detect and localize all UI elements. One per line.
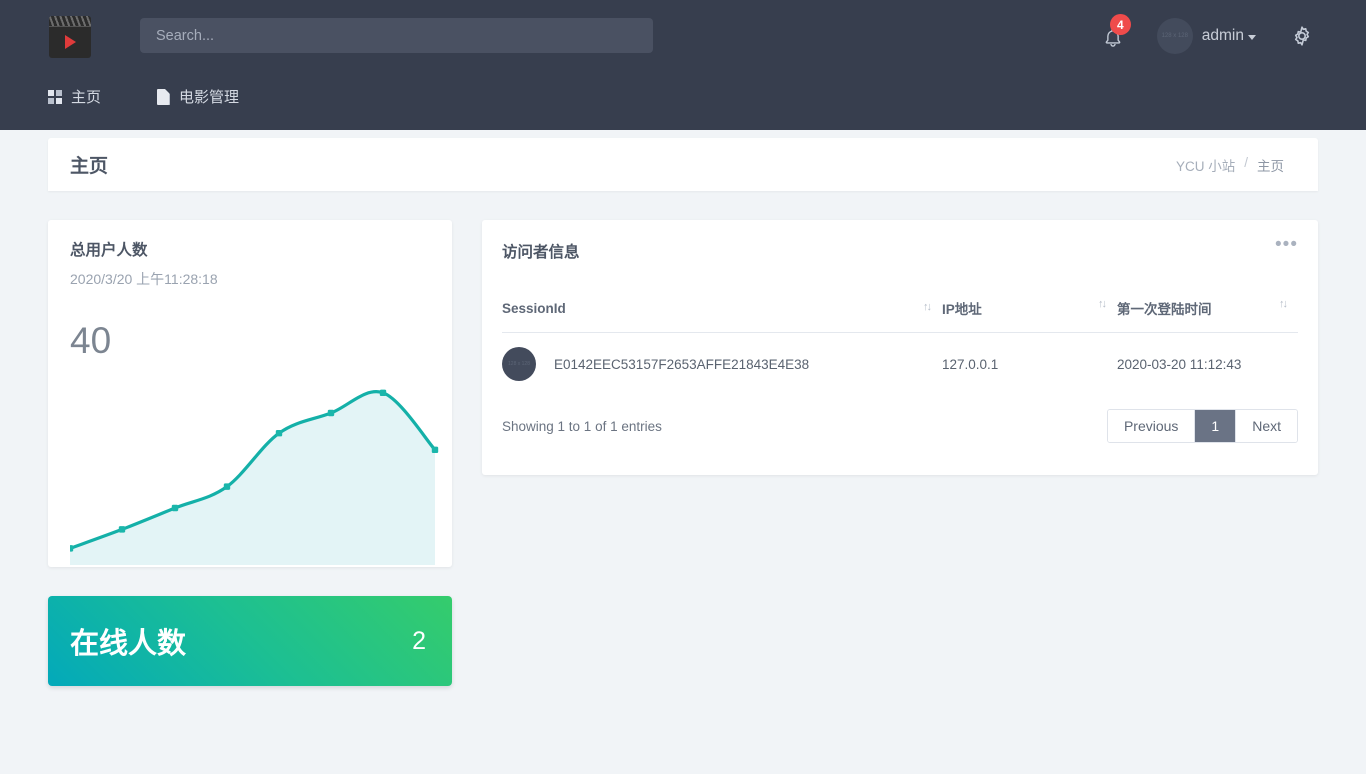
gear-icon[interactable] xyxy=(1290,24,1314,48)
search-input[interactable] xyxy=(140,18,653,53)
table-row[interactable]: 128 x 128 E0142EEC53157F2653AFFE21843E4E… xyxy=(502,333,1298,396)
visitors-table: SessionId ↑↓ IP地址 ↑↓ 第一次登陆时间 ↑↓ 128 x 12… xyxy=(502,290,1298,395)
chart-point-3 xyxy=(171,504,179,512)
online-users-title: 在线人数 xyxy=(70,628,187,660)
page-header-card: 主页 YCU 小站 / 主页 xyxy=(48,138,1318,191)
column-header-sessionid-label: SessionId xyxy=(502,300,566,316)
chart-point-8 xyxy=(431,446,439,454)
total-users-timestamp: 2020/3/20 上午11:28:18 xyxy=(70,271,218,287)
breadcrumb-current: 主页 xyxy=(1257,158,1284,174)
users-area-chart xyxy=(70,389,439,565)
chart-point-1 xyxy=(70,545,74,552)
chart-point-4 xyxy=(223,483,231,490)
user-menu-label: admin xyxy=(1201,27,1244,44)
total-users-title: 总用户人数 xyxy=(70,242,148,259)
pagination: Previous 1 Next xyxy=(1106,409,1298,443)
main-nav: 主页 电影管理 xyxy=(48,86,239,107)
visitors-footer: Showing 1 to 1 of 1 entries Previous 1 N… xyxy=(502,409,1298,443)
nav-item-movie-management[interactable]: 电影管理 xyxy=(157,86,239,107)
top-right-actions: 4 128 x 128 admin xyxy=(1095,14,1314,56)
clapper-stripes xyxy=(49,16,91,27)
total-users-value: 40 xyxy=(70,320,112,361)
breadcrumb: YCU 小站 / 主页 xyxy=(1176,155,1284,175)
visitors-table-body: 128 x 128 E0142EEC53157F2653AFFE21843E4E… xyxy=(502,333,1298,396)
nav-item-home-label: 主页 xyxy=(71,89,102,106)
session-id-value: E0142EEC53157F2653AFFE21843E4E38 xyxy=(554,356,810,372)
notification-badge: 4 xyxy=(1109,14,1131,35)
chart-point-5 xyxy=(275,429,283,437)
avatar-placeholder-text: 128 x 128 xyxy=(1161,33,1188,39)
chart-point-6 xyxy=(327,409,335,417)
chart-point-2 xyxy=(118,526,126,533)
total-users-card: 总用户人数 2020/3/20 上午11:28:18 40 xyxy=(48,220,452,567)
visitors-title: 访问者信息 xyxy=(502,244,580,261)
pagination-previous[interactable]: Previous xyxy=(1107,410,1196,442)
cell-ip: 127.0.0.1 xyxy=(942,356,999,372)
column-header-ip[interactable]: IP地址 ↑↓ xyxy=(942,290,1117,333)
row-avatar-placeholder-text: 128 x 128 xyxy=(508,361,530,367)
online-users-card[interactable]: 在线人数 2 xyxy=(48,596,452,686)
pagination-page-1[interactable]: 1 xyxy=(1195,410,1237,442)
sort-icon-sessionid[interactable]: ↑↓ xyxy=(923,301,932,313)
visitors-card: 访问者信息 ••• SessionId ↑↓ IP地址 ↑↓ 第一次登陆时间 ↑… xyxy=(482,220,1318,475)
chart-area-fill xyxy=(70,391,435,565)
play-triangle xyxy=(65,35,76,49)
top-bar: 4 128 x 128 admin 主页 电影管理 xyxy=(0,0,1366,130)
chevron-down-icon xyxy=(1248,35,1256,40)
cell-first-login: 2020-03-20 11:12:43 xyxy=(1117,356,1242,372)
column-header-first-login[interactable]: 第一次登陆时间 ↑↓ xyxy=(1117,290,1298,333)
column-header-sessionid[interactable]: SessionId ↑↓ xyxy=(502,290,942,333)
page-title: 主页 xyxy=(70,156,109,177)
ellipsis-icon[interactable]: ••• xyxy=(1275,235,1298,254)
column-header-first-login-label: 第一次登陆时间 xyxy=(1117,302,1212,317)
nav-item-movie-management-label: 电影管理 xyxy=(179,89,240,106)
table-header-row: SessionId ↑↓ IP地址 ↑↓ 第一次登陆时间 ↑↓ xyxy=(502,290,1298,333)
breadcrumb-root[interactable]: YCU 小站 xyxy=(1176,155,1235,175)
breadcrumb-separator: / xyxy=(1244,154,1248,170)
row-avatar: 128 x 128 xyxy=(502,347,536,381)
grid-icon xyxy=(48,89,62,104)
online-users-count: 2 xyxy=(412,626,426,655)
sort-icon-first-login[interactable]: ↑↓ xyxy=(1279,298,1288,310)
sort-icon-ip[interactable]: ↑↓ xyxy=(1098,298,1107,310)
cell-sessionid: 128 x 128 E0142EEC53157F2653AFFE21843E4E… xyxy=(502,333,942,396)
user-menu[interactable]: admin xyxy=(1202,27,1256,45)
column-header-ip-label: IP地址 xyxy=(942,302,982,317)
entries-summary: Showing 1 to 1 of 1 entries xyxy=(502,418,662,434)
film-clapperboard-icon[interactable] xyxy=(49,16,91,58)
avatar[interactable]: 128 x 128 xyxy=(1156,18,1193,54)
visitors-table-head: SessionId ↑↓ IP地址 ↑↓ 第一次登陆时间 ↑↓ xyxy=(502,290,1298,333)
visitors-header: 访问者信息 ••• xyxy=(502,235,1298,262)
notifications-button[interactable]: 4 xyxy=(1095,14,1135,56)
pagination-next[interactable]: Next xyxy=(1236,410,1297,442)
chart-point-7 xyxy=(379,389,387,397)
document-icon xyxy=(157,88,171,105)
nav-item-home[interactable]: 主页 xyxy=(48,86,101,107)
